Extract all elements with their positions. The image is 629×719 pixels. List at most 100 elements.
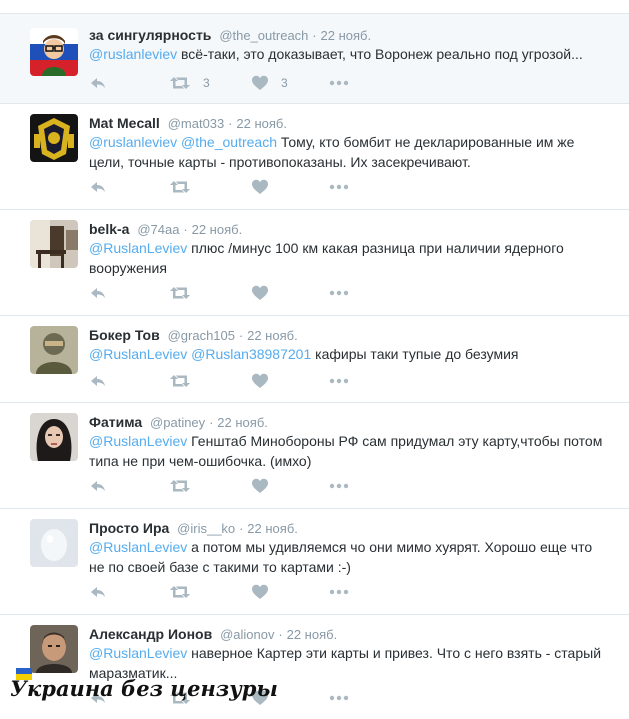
heart-icon <box>251 372 269 390</box>
more-icon <box>329 372 349 390</box>
retweet-button[interactable] <box>169 477 203 495</box>
more-icon <box>329 689 349 707</box>
mention-link[interactable]: @ruslanleviev <box>89 134 177 150</box>
timestamp[interactable]: 22 нояб. <box>236 116 287 131</box>
more-button[interactable] <box>329 74 349 92</box>
separator: · <box>278 627 283 642</box>
woman-avatar[interactable] <box>30 413 78 461</box>
mention-link[interactable]: @RuslanLeviev <box>89 645 187 661</box>
tweet-body: всё-таки, это доказывает, что Воронеж ре… <box>177 46 583 62</box>
separator: · <box>312 28 317 43</box>
like-button[interactable] <box>251 583 281 601</box>
separator: · <box>239 521 244 536</box>
username[interactable]: @patiney <box>150 415 205 430</box>
reply-button[interactable] <box>89 477 107 495</box>
tweet[interactable]: Александр Ионов @alionov · 22 нояб. @Rus… <box>0 615 629 719</box>
display-name[interactable]: belk-a <box>89 221 129 237</box>
reply-button[interactable] <box>89 74 107 92</box>
tweet-actions <box>89 284 409 302</box>
tweet[interactable]: Просто Ира @iris__ko · 22 нояб. @RuslanL… <box>0 509 629 615</box>
timestamp[interactable]: 22 нояб. <box>192 222 243 237</box>
tweet-header: Бокер Тов @grach105 · 22 нояб. <box>89 326 298 345</box>
like-button[interactable]: 3 <box>251 74 288 92</box>
timestamp[interactable]: 22 нояб. <box>247 521 298 536</box>
more-button[interactable] <box>329 178 349 196</box>
man-avatar[interactable] <box>30 625 78 673</box>
tweet-actions: 3 3 <box>89 74 409 92</box>
username[interactable]: @alionov <box>220 627 274 642</box>
timestamp[interactable]: 22 нояб. <box>287 627 338 642</box>
mention-link[interactable]: @Ruslan38987201 <box>191 346 311 362</box>
tweet-actions <box>89 372 409 390</box>
retweet-button[interactable] <box>169 372 203 390</box>
reply-button[interactable] <box>89 178 107 196</box>
reply-button[interactable] <box>89 372 107 390</box>
heart-icon <box>251 74 269 92</box>
heart-icon <box>251 284 269 302</box>
tweet[interactable]: Mat Mecall @mat033 · 22 нояб. @ruslanlev… <box>0 104 629 210</box>
reply-button[interactable] <box>89 583 107 601</box>
more-icon <box>329 477 349 495</box>
tweet[interactable]: Фатима @patiney · 22 нояб. @RuslanLeviev… <box>0 403 629 509</box>
tweet[interactable]: belk-a @74aa · 22 нояб. @RuslanLeviev пл… <box>0 210 629 316</box>
more-button[interactable] <box>329 689 349 707</box>
like-button[interactable] <box>251 284 281 302</box>
tweet-header: belk-a @74aa · 22 нояб. <box>89 220 242 239</box>
more-button[interactable] <box>329 477 349 495</box>
more-icon <box>329 583 349 601</box>
username[interactable]: @mat033 <box>168 116 225 131</box>
timestamp[interactable]: 22 нояб. <box>217 415 268 430</box>
tweet[interactable]: Бокер Тов @grach105 · 22 нояб. @RuslanLe… <box>0 316 629 403</box>
heart-icon <box>251 178 269 196</box>
room-avatar[interactable] <box>30 220 78 268</box>
tweet-feed: за сингулярность @the_outreach · 22 нояб… <box>0 0 629 719</box>
username[interactable]: @74aa <box>137 222 179 237</box>
display-name[interactable]: Фатима <box>89 414 142 430</box>
username[interactable]: @grach105 <box>168 328 235 343</box>
flag-avatar[interactable] <box>30 28 78 76</box>
retweet-button[interactable] <box>169 284 203 302</box>
display-name[interactable]: за сингулярность <box>89 27 211 43</box>
more-button[interactable] <box>329 583 349 601</box>
reply-button[interactable] <box>89 284 107 302</box>
masked-avatar[interactable] <box>30 326 78 374</box>
tweet-header: Mat Mecall @mat033 · 22 нояб. <box>89 114 287 133</box>
like-button[interactable] <box>251 178 281 196</box>
tweet-text: @RuslanLeviev Генштаб Минобороны РФ сам … <box>89 431 609 471</box>
reply-icon <box>89 477 107 495</box>
display-name[interactable]: Mat Mecall <box>89 115 160 131</box>
reply-icon <box>89 583 107 601</box>
display-name[interactable]: Бокер Тов <box>89 327 160 343</box>
more-icon <box>329 284 349 302</box>
mention-link[interactable]: @RuslanLeviev <box>89 346 187 362</box>
tweet-actions <box>89 583 409 601</box>
emblem-avatar[interactable] <box>30 114 78 162</box>
heart-icon <box>251 477 269 495</box>
retweet-icon <box>169 178 191 196</box>
retweet-button[interactable] <box>169 178 203 196</box>
mention-link[interactable]: @RuslanLeviev <box>89 240 187 256</box>
tweet-header: Фатима @patiney · 22 нояб. <box>89 413 268 432</box>
reply-icon <box>89 284 107 302</box>
tweet[interactable]: за сингулярность @the_outreach · 22 нояб… <box>0 13 629 104</box>
like-button[interactable] <box>251 477 281 495</box>
reply-icon <box>89 74 107 92</box>
tweet-text: @RuslanLeviev плюс /минус 100 км какая р… <box>89 238 609 278</box>
mention-link[interactable]: @ruslanleviev <box>89 46 177 62</box>
like-button[interactable] <box>251 372 281 390</box>
retweet-button[interactable] <box>169 583 203 601</box>
tweet-header: Просто Ира @iris__ko · 22 нояб. <box>89 519 298 538</box>
timestamp[interactable]: 22 нояб. <box>247 328 298 343</box>
username[interactable]: @iris__ko <box>177 521 235 536</box>
retweet-button[interactable]: 3 <box>169 74 210 92</box>
timestamp[interactable]: 22 нояб. <box>321 28 372 43</box>
mention-link[interactable]: @the_outreach <box>181 134 277 150</box>
more-button[interactable] <box>329 284 349 302</box>
default-egg-avatar[interactable] <box>30 519 78 567</box>
username[interactable]: @the_outreach <box>219 28 308 43</box>
display-name[interactable]: Просто Ира <box>89 520 169 536</box>
more-button[interactable] <box>329 372 349 390</box>
mention-link[interactable]: @RuslanLeviev <box>89 433 187 449</box>
display-name[interactable]: Александр Ионов <box>89 626 212 642</box>
mention-link[interactable]: @RuslanLeviev <box>89 539 187 555</box>
